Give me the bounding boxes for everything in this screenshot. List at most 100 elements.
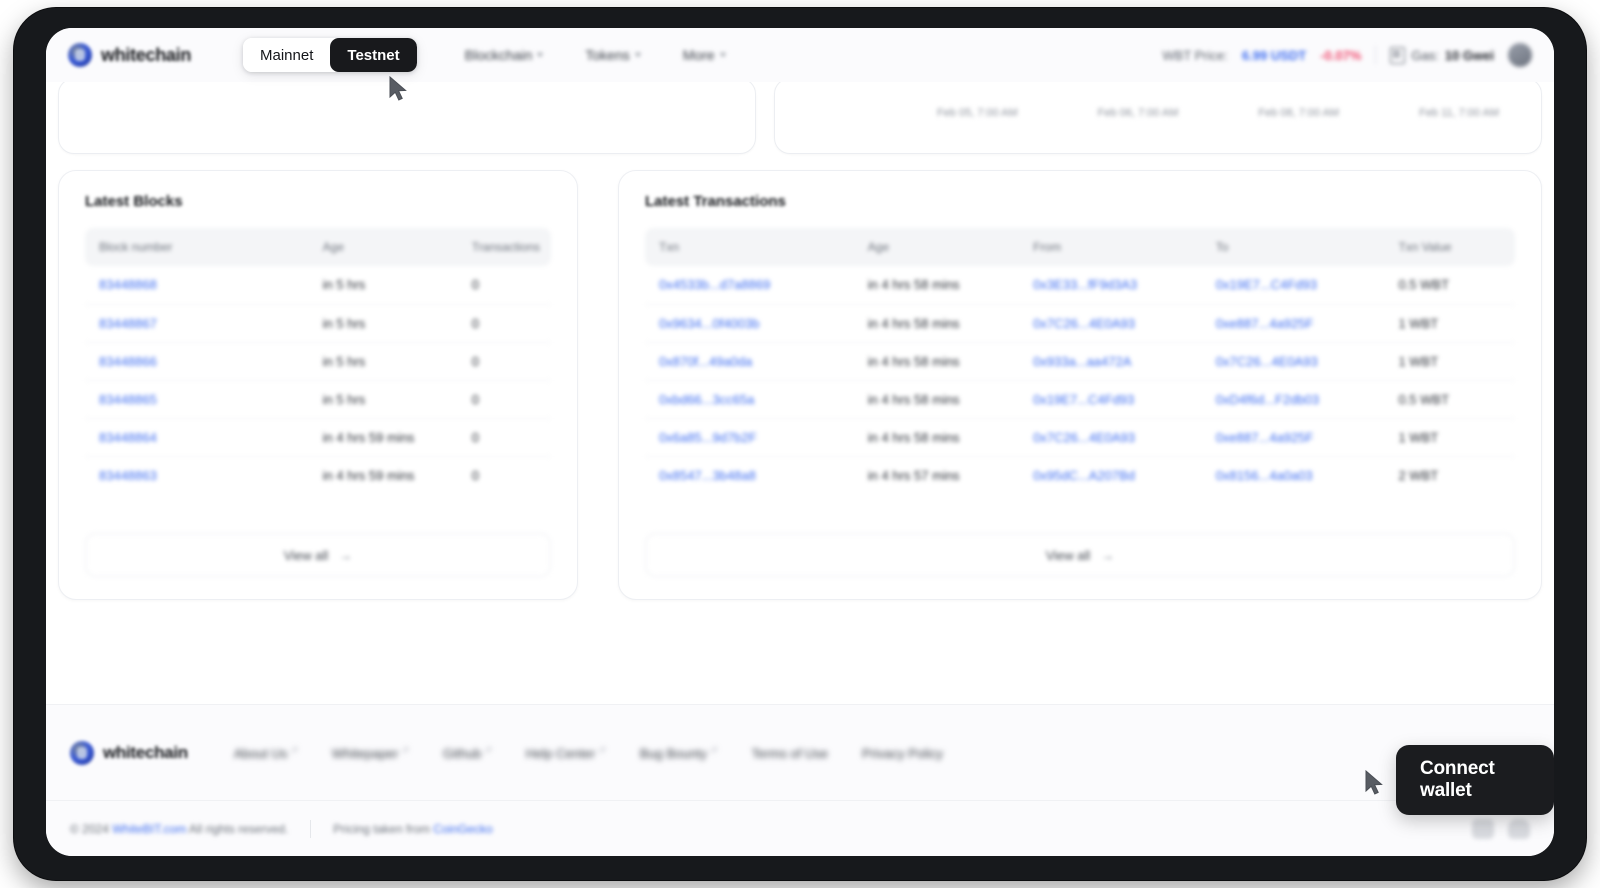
table-row[interactable]: 0x870f...49a0da in 4 hrs 58 mins 0x933a.… [645,342,1515,381]
network-mainnet-button[interactable]: Mainnet [243,38,331,72]
table-row[interactable]: 83448865 in 5 hrs 0 [85,380,551,419]
txn-to-link[interactable]: 0x8156...4a0a03 [1202,456,1385,494]
block-number-link[interactable]: 83448864 [85,418,309,457]
footer-logo-label: whitechain [103,743,188,762]
table-row[interactable]: 83448867 in 5 hrs 0 [85,304,551,343]
txn-value: 0.5 WBT [1384,380,1515,419]
table-row[interactable]: 0x8547...3b48a8 in 4 hrs 57 mins 0x95dC.… [645,456,1515,494]
network-toggle[interactable]: Mainnet Testnet [243,38,417,72]
txn-from-link[interactable]: 0x7C26...4E0A93 [1019,418,1202,457]
txn-to-link[interactable]: 0xe887...4a925F [1201,418,1385,457]
site-footer: whitechain About Us ↗ Whitepaper ↗ Githu… [46,704,1554,856]
network-testnet-button[interactable]: Testnet [330,38,417,72]
block-number-link[interactable]: 83448866 [85,342,309,381]
txn-from-link[interactable]: 0x7C26...4E0A93 [1019,304,1202,343]
header-right-cluster: WBT Price: 6.99 USDT -0.07% Gas: 10 Gwei [1162,43,1532,67]
copyright-suffix: All rights reserved. [186,821,289,836]
txn-from-link[interactable]: 0x95dC...A207Bd [1019,456,1202,494]
column-txn: Txn [659,240,680,254]
social-icon-two[interactable] [1508,818,1530,839]
chart-x-tick: Feb 11, 7:00 AM [1419,107,1499,119]
chart-x-axis-labels: Feb 05, 7:00 AM Feb 06, 7:00 AM Feb 08, … [775,107,1541,119]
block-age: in 5 hrs [308,266,458,305]
header-divider [1375,46,1377,64]
footer-link-bug-bounty[interactable]: Bug Bounty ↗ [640,744,718,761]
table-row[interactable]: 83448863 in 4 hrs 59 mins 0 [85,456,551,494]
wbt-price-value: 6.99 USDT [1241,47,1307,63]
price-chart-card-truncated: Feb 05, 7:00 AM Feb 06, 7:00 AM Feb 08, … [774,78,1542,154]
nav-item-tokens[interactable]: Tokens [585,47,641,63]
txn-hash-link[interactable]: 0xbd66...3cc65a [645,380,854,419]
table-row[interactable]: 0x4533b...d7a8869 in 4 hrs 58 mins 0x3E3… [645,266,1515,305]
txn-age: in 4 hrs 58 mins [853,418,1020,457]
view-all-label: View all [283,547,329,563]
table-row[interactable]: 83448864 in 4 hrs 59 mins 0 [85,418,551,457]
nav-item-blockchain[interactable]: Blockchain [465,47,544,63]
gas-tracker[interactable]: Gas: 10 Gwei [1390,46,1494,64]
block-number-link[interactable]: 83448867 [85,304,309,343]
chevron-down-icon [634,53,641,57]
block-txs: 0 [457,418,551,457]
connect-wallet-button[interactable]: Connect wallet [1396,745,1554,815]
txn-hash-link[interactable]: 0x9634...0f4003b [645,304,854,343]
block-txs: 0 [457,266,551,305]
column-to: To [1215,240,1229,254]
txn-age: in 4 hrs 58 mins [853,342,1020,381]
txn-from-link[interactable]: 0x19E7...C4Fd93 [1019,380,1202,419]
txn-from-link[interactable]: 0x933a...aa472A [1019,342,1202,381]
main-nav: Blockchain Tokens More [465,47,726,63]
block-age: in 4 hrs 59 mins [308,418,458,457]
social-icon-one[interactable] [1472,818,1494,839]
copyright-prefix: © 2024 [70,821,113,836]
txn-to-link[interactable]: 0x7C26...4E0A93 [1201,342,1385,381]
block-number-link[interactable]: 83448863 [85,456,309,494]
nav-item-more[interactable]: More [683,47,726,63]
column-block-number: Block number [99,240,173,254]
txn-to-link[interactable]: 0x19E7...C4Fd93 [1201,266,1385,305]
table-row[interactable]: 0xbd66...3cc65a in 4 hrs 58 mins 0x19E7.… [645,380,1515,419]
external-link-icon: ↗ [709,744,718,755]
latest-transactions-card: Latest Transactions Txn Age From To Txn … [618,170,1542,600]
transactions-view-all-button[interactable]: View all → [645,533,1515,577]
table-row[interactable]: 0x9634...0f4003b in 4 hrs 58 mins 0x7C26… [645,304,1515,343]
footer-link-terms-of-use[interactable]: Terms of Use [751,746,828,761]
block-number-link[interactable]: 83448868 [85,266,309,305]
site-logo[interactable]: whitechain [68,43,191,67]
txn-from-link[interactable]: 0x3E33...fF9d3A3 [1019,266,1202,305]
page-body: Feb 05, 7:00 AM Feb 06, 7:00 AM Feb 08, … [46,78,1554,856]
chevron-down-icon [719,53,726,57]
site-header: whitechain Mainnet Testnet Blockchain To… [46,28,1554,82]
footer-logo[interactable]: whitechain [70,741,188,765]
footer-link-whitepaper[interactable]: Whitepaper ↗ [332,745,409,761]
footer-link-privacy-policy[interactable]: Privacy Policy [862,746,943,761]
txn-hash-link[interactable]: 0x870f...49a0da [645,342,854,381]
block-txs: 0 [457,342,551,381]
footer-link-help-center[interactable]: Help Center ↗ [526,745,606,761]
coingecko-link[interactable]: CoinGecko [433,822,492,836]
block-age: in 4 hrs 59 mins [322,467,415,483]
txn-hash-link[interactable]: 0x6a85...9d7b2F [645,418,854,457]
txn-to-link[interactable]: 0xe887...4a925F [1201,304,1385,343]
txn-hash-link[interactable]: 0x8547...3b48a8 [645,456,854,494]
table-header-row: Block number Age Transactions [85,228,551,266]
column-txn-value: Txn Value [1398,240,1452,254]
pricing-source-text: Pricing taken from CoinGecko [333,822,492,836]
table-row[interactable]: 0x6a85...9d7b2F in 4 hrs 58 mins 0x7C26.… [645,418,1515,457]
table-row[interactable]: 83448868 in 5 hrs 0 [85,266,551,305]
txn-to-link[interactable]: 0xD4f6d...F2db03 [1201,380,1385,419]
blocks-view-all-button[interactable]: View all → [85,533,551,577]
wbt-price-label: WBT Price: [1162,47,1228,63]
nav-item-label: More [682,47,715,63]
avatar[interactable] [1508,43,1532,67]
block-number-link[interactable]: 83448865 [85,380,309,419]
external-link-icon: ↗ [484,744,492,755]
copyright-brand-link[interactable]: WhiteBIT.com [112,822,186,836]
footer-link-github[interactable]: Github ↗ [443,744,492,761]
txn-hash-link[interactable]: 0x4533b...d7a8869 [645,266,854,305]
footer-divider [310,819,312,838]
table-row[interactable]: 83448866 in 5 hrs 0 [85,342,551,381]
latest-transactions-table: Txn Age From To Txn Value 0x4533b...d7a8… [645,228,1515,494]
footer-link-about-us[interactable]: About Us ↗ [234,745,298,761]
nav-item-label: Tokens [585,47,630,63]
txn-age: in 4 hrs 58 mins [853,304,1020,343]
